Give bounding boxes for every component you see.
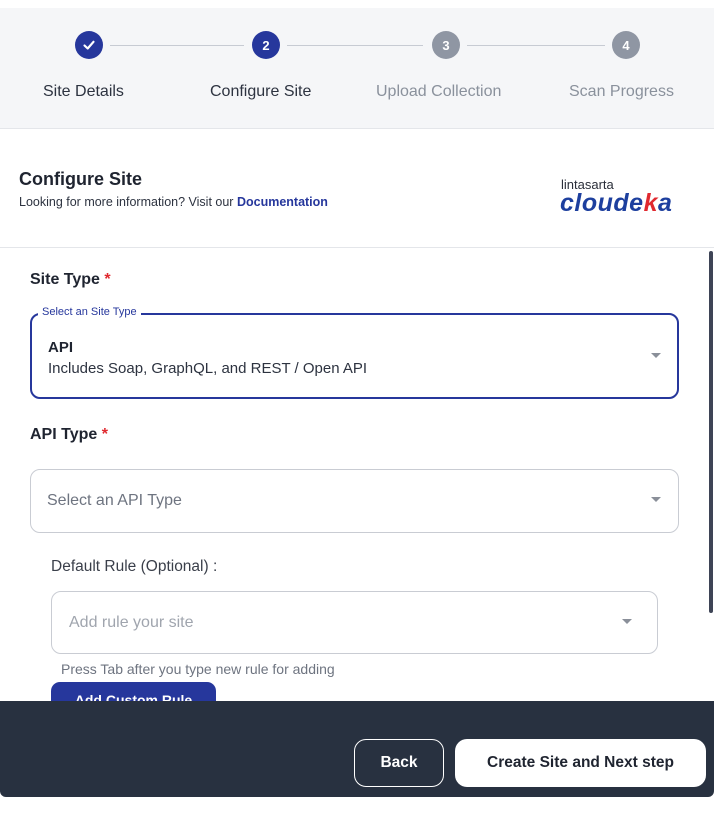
default-rule-placeholder: Add rule your site (69, 614, 194, 631)
page-subtitle: Looking for more information? Visit our … (19, 195, 328, 209)
step-connector (467, 45, 605, 46)
step-2-circle[interactable]: 2 (252, 31, 280, 59)
create-site-next-button[interactable]: Create Site and Next step (455, 739, 706, 787)
site-type-legend: Select an Site Type (38, 306, 141, 318)
site-type-value-title: API (48, 339, 74, 356)
stepper: 2 3 4 Site Details Configure Site Upload… (0, 8, 714, 129)
step-connector (110, 45, 244, 46)
step-1-check-icon[interactable] (75, 31, 103, 59)
step-2-label: Configure Site (210, 83, 312, 100)
chevron-down-icon (651, 497, 661, 502)
page-header: Configure Site Looking for more informat… (0, 129, 714, 248)
scrollbar[interactable] (709, 251, 713, 613)
configure-site-card: 2 3 4 Site Details Configure Site Upload… (0, 8, 714, 797)
add-custom-rule-button[interactable]: Add Custom Rule (51, 682, 216, 701)
step-3-circle[interactable]: 3 (432, 31, 460, 59)
api-type-select[interactable]: Select an API Type (30, 469, 679, 533)
required-mark: * (101, 426, 108, 443)
step-4-label: Scan Progress (569, 83, 674, 100)
api-type-label-text: API Type (30, 426, 98, 443)
logo-accent: k (643, 189, 658, 217)
required-mark: * (104, 271, 111, 288)
logo-part-1: cloude (560, 189, 644, 217)
step-1-label: Site Details (43, 83, 124, 100)
step-connector (287, 45, 423, 46)
logo-part-2: a (657, 189, 673, 217)
documentation-link[interactable]: Documentation (237, 195, 328, 209)
api-type-placeholder: Select an API Type (47, 492, 182, 509)
site-type-value-description: Includes Soap, GraphQL, and REST / Open … (48, 360, 368, 377)
footer-bar: Back Create Site and Next step (0, 701, 714, 797)
site-type-label-text: Site Type (30, 271, 100, 288)
default-rule-label: Default Rule (Optional) : (51, 558, 218, 575)
chevron-down-icon (651, 353, 661, 358)
form-content: Site Type * Select an Site Type API Incl… (0, 248, 714, 701)
page-title: Configure Site (19, 169, 143, 189)
site-type-select[interactable]: Select an Site Type API Includes Soap, G… (30, 306, 679, 399)
chevron-down-icon (622, 619, 632, 624)
default-rule-input[interactable]: Add rule your site (51, 591, 658, 654)
subtitle-text: Looking for more information? Visit our (19, 195, 234, 209)
back-button[interactable]: Back (354, 739, 444, 787)
api-type-label: API Type * (30, 426, 108, 444)
step-4-circle[interactable]: 4 (612, 31, 640, 59)
checkmark-icon (83, 40, 95, 50)
default-rule-hint: Press Tab after you type new rule for ad… (61, 661, 335, 677)
step-3-label: Upload Collection (376, 83, 502, 100)
logo-cloudeka: cloudeka (560, 189, 672, 218)
site-type-label: Site Type * (30, 271, 111, 289)
